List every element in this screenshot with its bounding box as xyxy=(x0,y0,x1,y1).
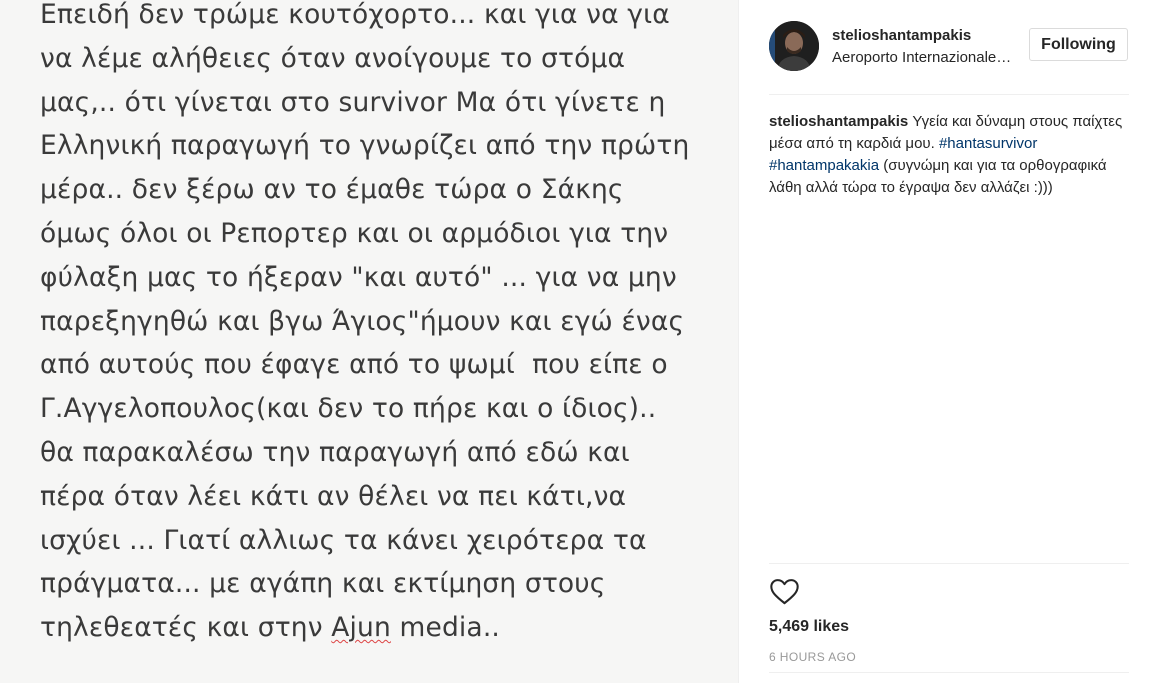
comment-divider xyxy=(769,672,1129,673)
heart-outline-icon[interactable] xyxy=(769,576,800,607)
avatar-image xyxy=(769,21,819,71)
caption-username[interactable]: stelioshantampakis xyxy=(769,113,908,130)
post-image-line: να λέμε αλήθειες όταν ανοίγουμε το στόμα xyxy=(40,42,626,74)
post-image-line: τηλεθεατές και στην xyxy=(40,612,332,644)
post-image-line: όμως όλοι οι Ρεπορτερ και οι αρμόδιοι γι… xyxy=(40,217,669,249)
caption: stelioshantampakis Υγεία και δύναμη στου… xyxy=(769,111,1125,199)
post-image-text: Επειδή δεν τρώμε κουτόχορτο... και για ν… xyxy=(40,0,730,650)
post-image-line: Ελληνική παραγωγή το γνωρίζει από την πρ… xyxy=(40,130,690,162)
post-header: stelioshantampakis Aeroporto Internazion… xyxy=(769,18,1129,78)
hashtag-hantampakakia[interactable]: #hantampakakia xyxy=(769,157,879,174)
post-timestamp[interactable]: 6 HOURS AGO xyxy=(769,650,856,664)
post-image-line: θα παρακαλέσω την παραγωγή από εδώ και xyxy=(40,436,630,468)
post-image-line: Γ.Αγγελοπουλος(και δεν το πήρε και ο ίδι… xyxy=(40,393,657,425)
post-image-lines: Επειδή δεν τρώμε κουτόχορτο... και για ν… xyxy=(40,0,689,643)
following-button[interactable]: Following xyxy=(1029,28,1128,61)
post-image-line: από αυτούς που έφαγε από το ψωμί που είπ… xyxy=(40,349,668,381)
likes-count[interactable]: 5,469 likes xyxy=(769,618,849,636)
post-sidebar: stelioshantampakis Aeroporto Internazion… xyxy=(738,0,1151,683)
post-image-line: ισχύει ... Γιατί αλλιως τα κάνει χειρότε… xyxy=(40,524,647,556)
post-image-line: μέρα.. δεν ξέρω αν το έμαθε τώρα ο Σάκης xyxy=(40,174,624,206)
actions-divider xyxy=(769,563,1129,564)
location-link[interactable]: Aeroporto Internazionale di Fiumicino xyxy=(832,49,1012,66)
post-image-line: πράγματα... με αγάπη και εκτίμηση στους xyxy=(40,568,606,600)
post-image-last-fragment: media.. xyxy=(390,612,500,644)
username[interactable]: stelioshantampakis xyxy=(832,27,971,44)
post-image-line: Επειδή δεν τρώμε κουτόχορτο... και για ν… xyxy=(40,0,670,30)
hashtag-hantasurvivor[interactable]: #hantasurvivor xyxy=(939,135,1037,152)
misspelled-word: Ajun xyxy=(331,612,391,644)
post-image-line: μας,.. ότι γίνεται στο survivor Μα ότι γ… xyxy=(40,86,666,118)
post-image-line: πέρα όταν λέει κάτι αν θέλει να πει κάτι… xyxy=(40,480,627,512)
post-image[interactable]: Επειδή δεν τρώμε κουτόχορτο... και για ν… xyxy=(0,0,738,683)
avatar[interactable] xyxy=(769,21,819,71)
post-image-line: φύλαξη μας το ήξεραν "και αυτό" ... για … xyxy=(40,261,677,293)
post-image-line: παρεξηγηθώ και βγω Άγιος"ήμουν και εγώ έ… xyxy=(40,305,685,337)
header-divider xyxy=(769,94,1129,95)
